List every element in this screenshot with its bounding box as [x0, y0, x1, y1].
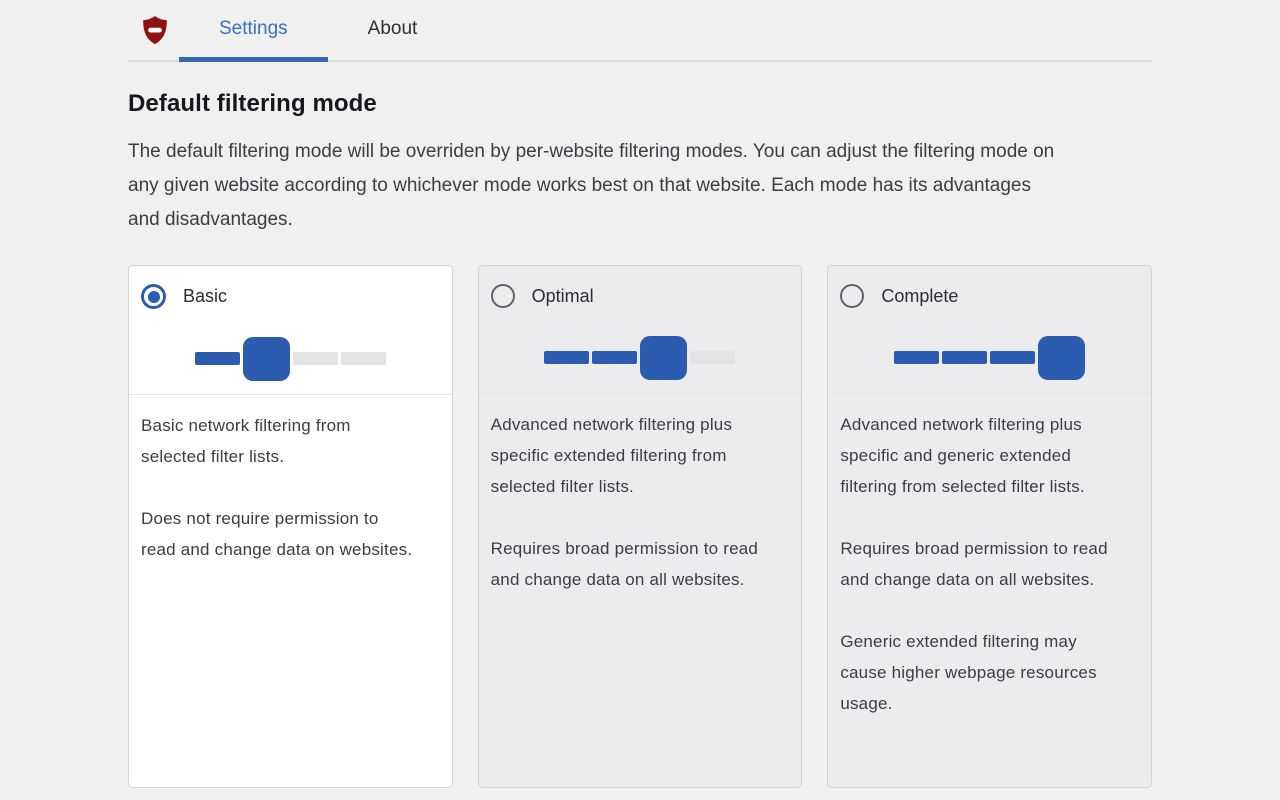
mode-card-complete[interactable]: Complete Advanced network filtering plus…: [827, 265, 1152, 788]
tab-settings[interactable]: Settings: [179, 0, 328, 62]
slider-thumb[interactable]: [242, 336, 290, 381]
mode-description: Advanced network filtering plus specific…: [828, 394, 1128, 734]
mode-strength-slider[interactable]: [894, 335, 1086, 380]
page-title: Default filtering mode: [128, 90, 377, 117]
mode-label[interactable]: Optimal: [532, 286, 594, 307]
mode-label[interactable]: Complete: [881, 286, 958, 307]
mode-description-paragraph: Generic extended filtering may cause hig…: [840, 632, 1097, 713]
mode-description-paragraph: Requires broad permission to read and ch…: [490, 539, 759, 589]
filtering-mode-cards: Basic Basic network filtering from selec…: [128, 265, 1152, 788]
settings-page: Settings About Default filtering mode Th…: [128, 0, 1152, 788]
mode-radio-button[interactable]: [141, 284, 166, 309]
mode-description: Basic network filtering from selected fi…: [129, 395, 429, 580]
mode-description-paragraph: Basic network filtering from selected fi…: [141, 416, 351, 466]
page-description: The default filtering mode will be overr…: [128, 141, 1055, 230]
ublock-logo-icon: [140, 0, 170, 60]
mode-description: Advanced network filtering plus specific…: [479, 394, 779, 610]
mode-strength-slider[interactable]: [544, 335, 736, 380]
tab-bar: Settings About: [128, 0, 1152, 62]
slider-thumb[interactable]: [640, 335, 688, 380]
mode-radio-button[interactable]: [490, 284, 515, 308]
slider-track-empty: [340, 352, 386, 365]
slider-track-empty: [690, 351, 736, 364]
mode-description-paragraph: Advanced network filtering plus specific…: [840, 415, 1085, 496]
slider-track-filled: [194, 352, 240, 365]
slider-track-empty: [292, 352, 338, 365]
mode-description-paragraph: Does not require permission to read and …: [141, 509, 413, 559]
mode-radio-button[interactable]: [840, 284, 865, 308]
mode-card-optimal[interactable]: Optimal Advanced network filtering plus …: [477, 265, 803, 788]
mode-radio-row[interactable]: Complete: [840, 284, 1139, 308]
mode-label[interactable]: Basic: [183, 286, 227, 307]
mode-description-paragraph: Requires broad permission to read and ch…: [840, 539, 1108, 589]
mode-card-basic[interactable]: Basic Basic network filtering from selec…: [128, 265, 453, 788]
mode-description-paragraph: Advanced network filtering plus specific…: [490, 415, 733, 496]
slider-track-filled: [544, 351, 590, 364]
slider-track-filled: [990, 351, 1036, 364]
slider-track-filled: [942, 351, 988, 364]
mode-card-header: Complete: [828, 266, 1151, 393]
mode-strength-slider[interactable]: [194, 336, 386, 381]
mode-radio-row[interactable]: Basic: [141, 284, 440, 309]
slider-track-filled: [894, 351, 940, 364]
slider-thumb[interactable]: [1038, 335, 1086, 380]
mode-card-header: Basic: [129, 266, 452, 394]
mode-card-header: Optimal: [479, 266, 802, 393]
tab-about[interactable]: About: [328, 0, 458, 62]
mode-radio-row[interactable]: Optimal: [490, 284, 790, 308]
slider-track-filled: [592, 351, 638, 364]
